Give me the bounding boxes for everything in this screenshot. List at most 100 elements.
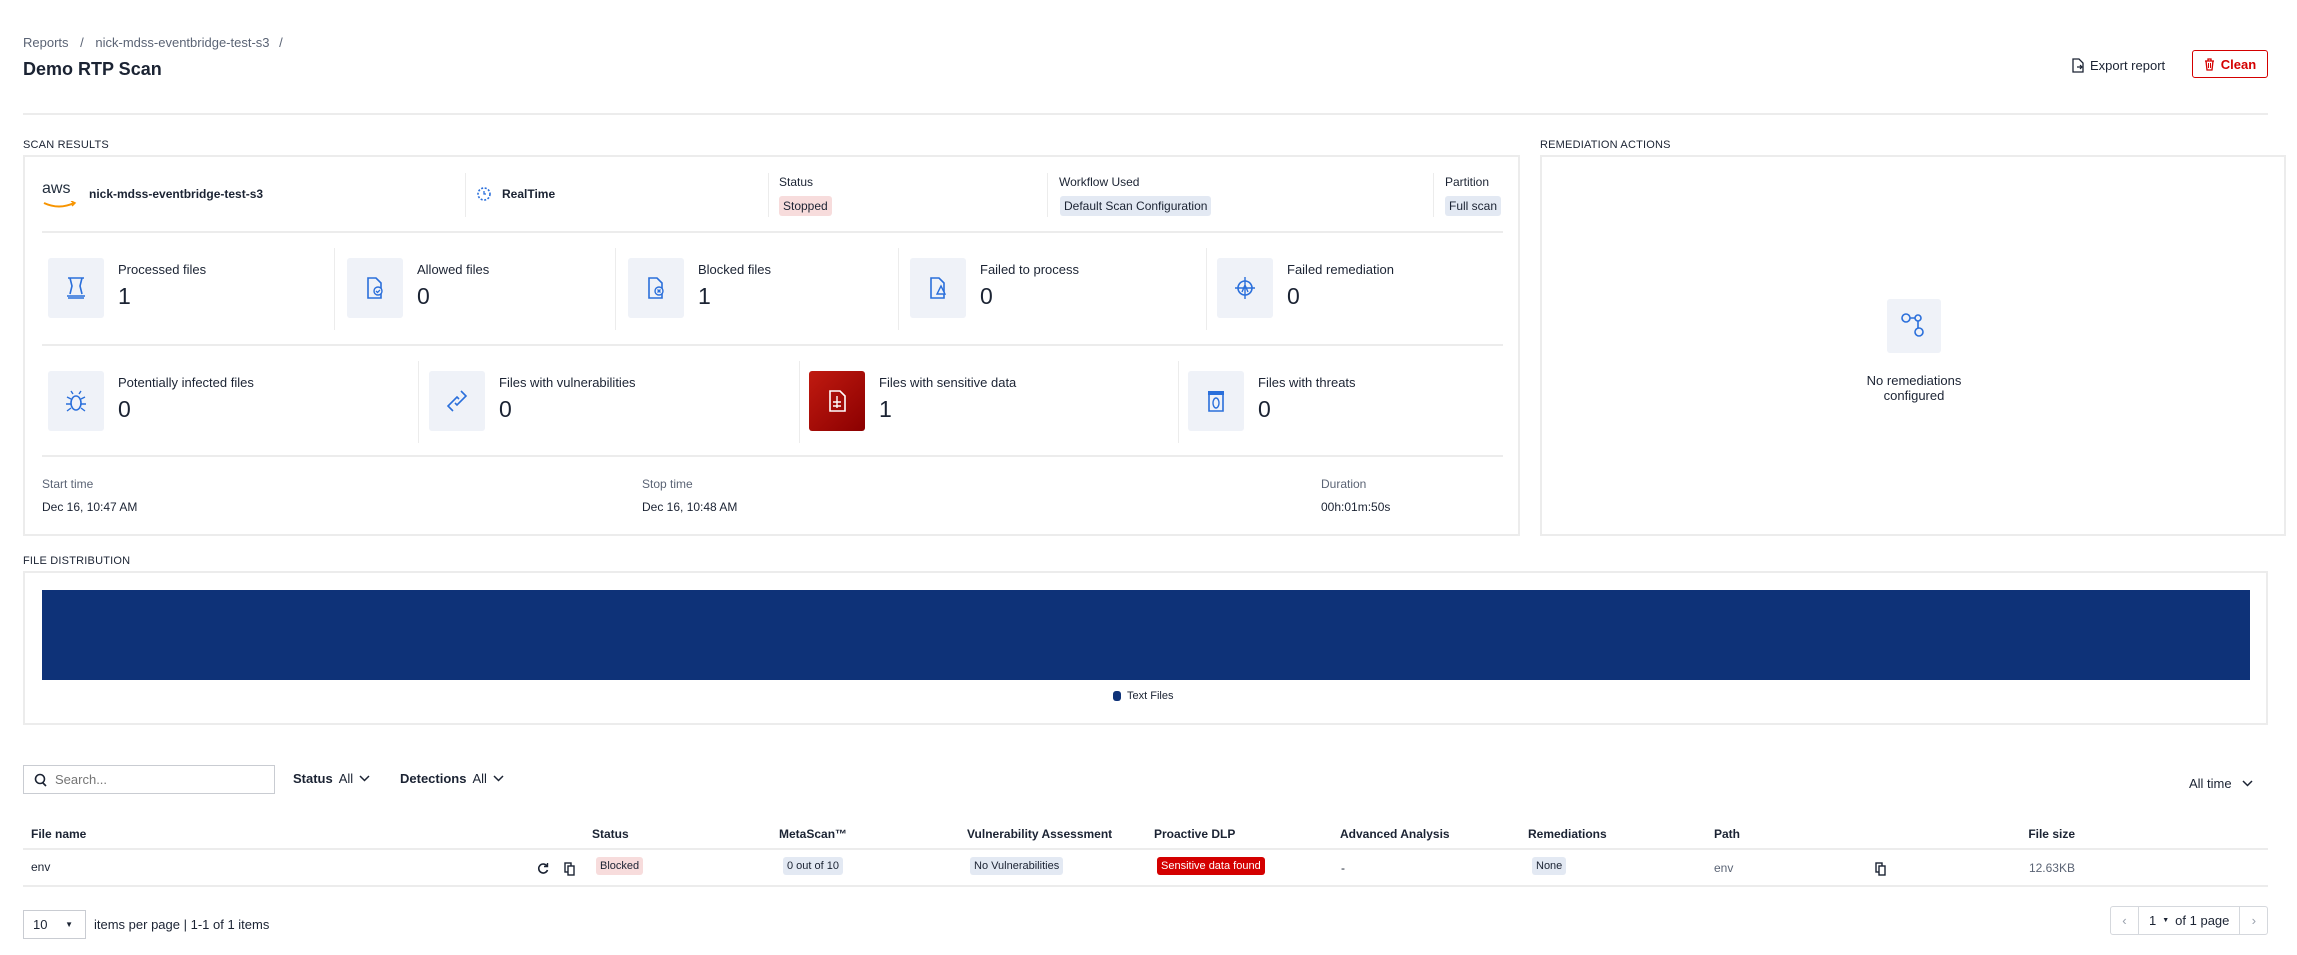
stat-card: Potentially infected files 0 — [48, 371, 254, 431]
advanced-analysis-value: - — [1341, 861, 1345, 875]
search-icon — [34, 773, 47, 787]
processed-icon — [48, 258, 104, 318]
search-input[interactable] — [55, 772, 255, 787]
bar-segment-text-files[interactable] — [42, 590, 2250, 680]
duration-label: Duration — [1321, 477, 1367, 491]
table-row-divider — [23, 885, 2268, 887]
divider — [418, 361, 419, 443]
workflow-link[interactable]: Default Scan Configuration — [1060, 196, 1212, 216]
column-status[interactable]: Status — [592, 827, 629, 841]
column-advanced-analysis[interactable]: Advanced Analysis — [1340, 827, 1450, 841]
stat-card: Failed remediation 0 — [1217, 258, 1394, 318]
file-distribution-heading: FILE DISTRIBUTION — [23, 555, 131, 567]
file-status-badge: Blocked — [596, 857, 644, 875]
copy-path-icon[interactable] — [1875, 862, 1886, 876]
divider — [898, 248, 899, 330]
breadcrumb-reports[interactable]: Reports — [23, 35, 69, 50]
page-count: of 1 page — [2175, 913, 2230, 928]
stat-label: Files with threats — [1258, 375, 1356, 390]
column-vulnerability[interactable]: Vulnerability Assessment — [967, 827, 1112, 841]
column-path[interactable]: Path — [1714, 827, 1740, 841]
chart-legend: Text Files — [1113, 690, 1173, 702]
status-badge: Stopped — [779, 196, 832, 216]
breadcrumb-separator: / — [80, 35, 84, 50]
sensitive-data-icon — [809, 371, 865, 431]
page-title: Demo RTP Scan — [23, 59, 162, 79]
stat-value: 0 — [417, 283, 430, 309]
detections-filter-value: All — [472, 771, 487, 786]
current-page: 1 — [2149, 913, 2157, 928]
start-time-label: Start time — [42, 477, 94, 491]
next-page-button[interactable]: › — [2239, 907, 2267, 934]
column-metascan[interactable]: MetaScan™ — [779, 827, 847, 841]
start-time-value: Dec 16, 10:47 AM — [42, 500, 138, 514]
divider — [1047, 173, 1048, 217]
divider — [465, 173, 466, 217]
per-page-value: 10 — [33, 917, 48, 932]
stat-value: 1 — [879, 396, 892, 422]
stat-card: Allowed files 0 — [347, 258, 489, 318]
no-remediations-text: No remediations configured — [1866, 373, 1962, 403]
remediations-badge: None — [1532, 857, 1567, 875]
stat-value: 0 — [1258, 396, 1271, 422]
remediation-heading: REMEDIATION ACTIONS — [1540, 139, 1671, 151]
divider — [615, 248, 616, 330]
divider — [1206, 248, 1207, 330]
failed-process-icon — [910, 258, 966, 318]
pager: ‹ 1 ▼ of 1 page › — [2110, 906, 2269, 935]
per-page-select[interactable]: 10 ▼ — [23, 910, 86, 939]
file-name-link[interactable]: env — [31, 860, 50, 874]
export-report-button[interactable]: Export report — [2072, 54, 2165, 76]
column-file-name[interactable]: File name — [31, 827, 86, 841]
divider — [42, 455, 1503, 457]
caret-down-icon: ▼ — [2162, 917, 2170, 924]
stat-card: Processed files 1 — [48, 258, 206, 318]
column-remediations[interactable]: Remediations — [1528, 827, 1607, 841]
divider — [334, 248, 335, 330]
detections-filter-label: Detections — [400, 771, 467, 786]
partition-label: Partition — [1445, 175, 1490, 189]
legend-label[interactable]: Text Files — [1127, 690, 1173, 702]
column-file-size[interactable]: File size — [1975, 827, 2075, 841]
vulnerability-badge[interactable]: No Vulnerabilities — [970, 857, 1064, 875]
stop-time-label: Stop time — [642, 477, 693, 491]
copy-icon[interactable] — [564, 862, 575, 876]
time-range-dropdown[interactable]: All time — [2189, 776, 2253, 791]
breadcrumb-bucket[interactable]: nick-mdss-eventbridge-test-s3 — [95, 35, 269, 50]
dlp-badge[interactable]: Sensitive data found — [1157, 857, 1265, 875]
search-field[interactable] — [23, 765, 275, 794]
column-proactive-dlp[interactable]: Proactive DLP — [1154, 827, 1235, 841]
metascan-badge[interactable]: 0 out of 10 — [783, 857, 843, 875]
stat-card: Blocked files 1 — [628, 258, 771, 318]
rescan-icon[interactable] — [537, 862, 549, 875]
header-divider — [23, 113, 2268, 115]
stat-label: Allowed files — [417, 262, 490, 277]
stat-card: Files with sensitive data 1 — [809, 371, 1016, 431]
divider — [42, 231, 1503, 233]
chevron-down-icon — [359, 775, 370, 782]
status-label: Status — [779, 175, 814, 189]
chevron-down-icon — [493, 775, 504, 782]
page-select[interactable]: 1 ▼ of 1 page — [2139, 907, 2239, 934]
stat-value: 1 — [118, 283, 131, 309]
link-icon — [429, 371, 485, 431]
workflow-nodes-icon — [1887, 299, 1941, 353]
status-filter[interactable]: Status All — [293, 771, 370, 786]
time-range-value: All time — [2189, 776, 2232, 791]
clean-button[interactable]: Clean — [2192, 50, 2268, 78]
clean-label: Clean — [2220, 56, 2257, 72]
stat-value: 0 — [980, 283, 993, 309]
scan-results-heading: SCAN RESULTS — [23, 139, 109, 151]
divider — [1433, 173, 1434, 217]
stat-label: Files with vulnerabilities — [499, 375, 636, 390]
items-summary: items per page | 1-1 of 1 items — [94, 917, 270, 932]
threat-jar-icon — [1188, 371, 1244, 431]
scan-mode: RealTime — [502, 187, 556, 201]
export-icon — [2072, 57, 2084, 73]
detections-filter[interactable]: Detections All — [400, 771, 504, 786]
stat-card: Failed to process 0 — [910, 258, 1079, 318]
breadcrumb: Reports / nick-mdss-eventbridge-test-s3 … — [23, 35, 289, 50]
divider — [42, 344, 1503, 346]
stat-value: 1 — [698, 283, 711, 309]
prev-page-button[interactable]: ‹ — [2111, 907, 2139, 934]
